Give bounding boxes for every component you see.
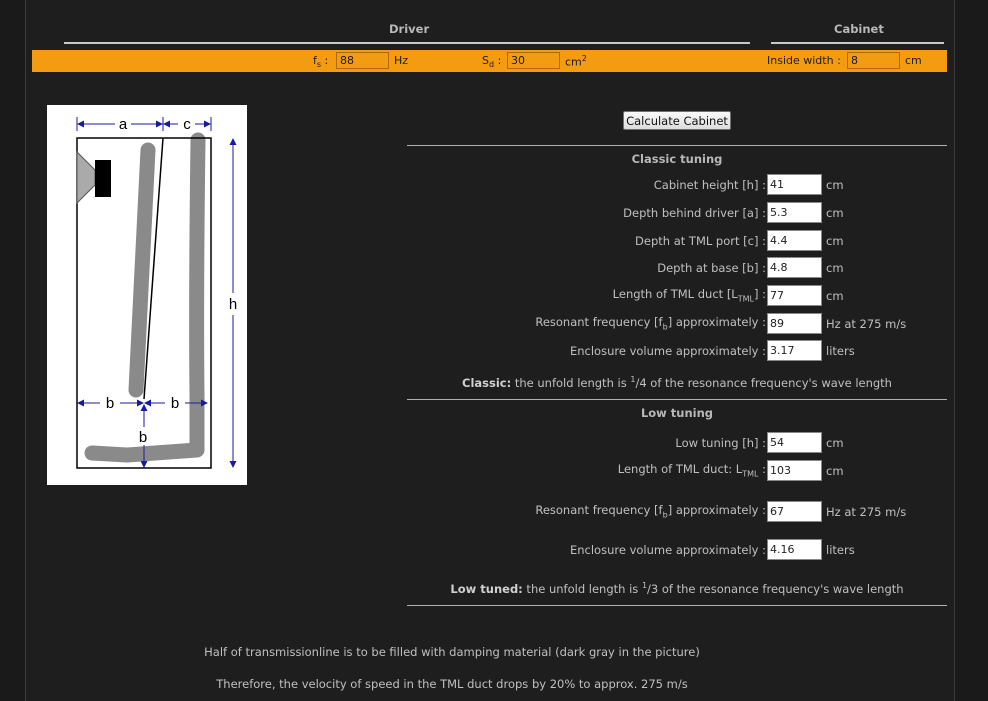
section-divider-low — [407, 399, 947, 400]
low-resonant-frequency-label: Resonant frequency [fb] approximately : — [535, 503, 766, 520]
low-enclosure-volume-label: Enclosure volume approximately : — [569, 543, 766, 557]
dim-a-label: a — [119, 116, 128, 133]
sd-input[interactable] — [507, 52, 560, 69]
low-resonant-frequency-unit: Hz at 275 m/s — [826, 505, 907, 519]
classic-tuning-title: Classic tuning — [631, 152, 723, 166]
driver-magnet — [95, 160, 111, 197]
enclosure-volume-unit: liters — [826, 344, 855, 358]
resonant-frequency-label: Resonant frequency [fb] approximately : — [535, 315, 766, 332]
cabinet-height-unit: cm — [826, 178, 844, 192]
low-tml-length-unit: cm — [826, 464, 844, 478]
calculate-cabinet-button[interactable]: Calculate Cabinet — [623, 111, 731, 130]
dim-b-right-label: b — [171, 395, 179, 412]
cabinet-header: Cabinet — [834, 22, 884, 36]
driver-cone — [76, 150, 96, 205]
tml-length-field[interactable] — [767, 285, 822, 306]
depth-at-base-unit: cm — [826, 261, 844, 275]
low-tuning-height-field[interactable] — [767, 432, 822, 453]
cabinet-height-field[interactable] — [767, 174, 822, 195]
cabinet-header-rule — [771, 42, 944, 44]
depth-at-port-field[interactable] — [767, 230, 822, 251]
damping-material-center — [128, 142, 156, 398]
section-divider-classic — [407, 145, 947, 146]
cabinet-diagram: a c h b b b — [47, 105, 247, 485]
driver-header-rule — [64, 42, 750, 44]
low-tuning-title: Low tuning — [640, 406, 714, 420]
dim-b-bottom-label: b — [139, 429, 147, 446]
low-enclosure-volume-field[interactable] — [767, 539, 822, 560]
resonant-frequency-unit: Hz at 275 m/s — [826, 317, 907, 331]
low-enclosure-volume-unit: liters — [826, 543, 855, 557]
fs-label: fs : — [313, 54, 329, 70]
dim-b-left-label: b — [106, 395, 114, 412]
section-divider-bottom — [407, 605, 947, 606]
enclosure-volume-field[interactable] — [767, 340, 822, 361]
sd-label: Sd : — [482, 54, 502, 70]
low-resonant-frequency-field[interactable] — [767, 501, 822, 522]
low-tuning-height-label: Low tuning [h] : — [675, 436, 766, 450]
low-tuning-height-unit: cm — [826, 436, 844, 450]
inside-width-input[interactable] — [847, 52, 900, 69]
sd-unit: cm2 — [565, 54, 587, 69]
resonant-frequency-field[interactable] — [767, 313, 822, 334]
depth-at-port-unit: cm — [826, 234, 844, 248]
depth-at-port-label: Depth at TML port [c] : — [635, 234, 766, 248]
depth-at-base-field[interactable] — [767, 257, 822, 278]
fs-input[interactable] — [336, 52, 389, 69]
fs-unit: Hz — [394, 54, 409, 67]
depth-behind-driver-label: Depth behind driver [a] : — [623, 206, 766, 220]
dim-h-label: h — [229, 296, 237, 313]
low-note: Low tuned: the unfold length is 1/3 of t… — [450, 581, 904, 596]
depth-behind-driver-field[interactable] — [767, 202, 822, 223]
parameter-band: fs : Hz Sd : cm2 Inside width : cm — [32, 50, 947, 72]
driver-header: Driver — [389, 22, 430, 36]
depth-behind-driver-unit: cm — [826, 206, 844, 220]
enclosure-volume-label: Enclosure volume approximately : — [569, 344, 766, 358]
inside-width-unit: cm — [905, 54, 922, 67]
tml-length-label: Length of TML duct [LTML] : — [612, 287, 766, 304]
depth-at-base-label: Depth at base [b] : — [657, 261, 766, 275]
inside-width-label: Inside width : — [767, 54, 841, 67]
damping-note: Half of transmissionline is to be filled… — [204, 645, 700, 659]
tml-length-unit: cm — [826, 289, 844, 303]
low-tml-length-field[interactable] — [767, 460, 822, 481]
low-tml-length-label: Length of TML duct: LTML : — [617, 462, 766, 479]
cabinet-height-label: Cabinet height [h] : — [653, 178, 766, 192]
classic-note: Classic: the unfold length is 1/4 of the… — [462, 375, 892, 390]
velocity-note: Therefore, the velocity of speed in the … — [216, 677, 688, 691]
dim-c-label: c — [183, 116, 191, 133]
